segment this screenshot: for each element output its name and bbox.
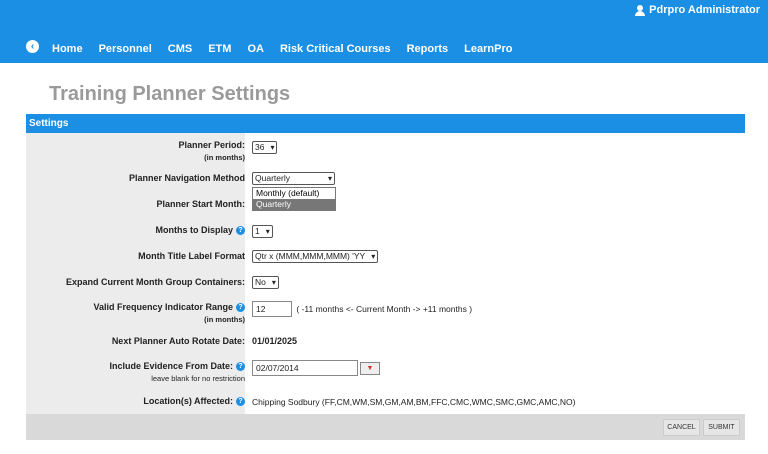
nav-personnel[interactable]: Personnel (99, 43, 152, 55)
panel-title: Settings (26, 114, 745, 133)
month-title-label: Month Title Label Format (138, 251, 245, 261)
back-arrow-icon[interactable]: ‹ (26, 40, 39, 53)
nav-oa[interactable]: OA (247, 43, 264, 55)
planner-period-label: Planner Period: (in months) (178, 140, 245, 162)
cancel-button[interactable]: CANCEL (663, 419, 700, 436)
option-monthly[interactable]: Monthly (default) (253, 188, 335, 199)
planner-period-label-text: Planner Period: (178, 140, 245, 150)
nav-risk-critical-courses[interactable]: Risk Critical Courses (280, 43, 391, 55)
locations-value: Chipping Sodbury (FF,CM,WM,SM,GM,AM,BM,F… (252, 397, 576, 407)
valid-freq-sub: (in months) (204, 315, 245, 325)
evidence-from-label-text: Include Evidence From Date: (109, 361, 233, 371)
nav-learnpro[interactable]: LearnPro (464, 43, 512, 55)
evidence-from-label: Include Evidence From Date:? leave blank… (109, 361, 245, 383)
evidence-from-sub: leave blank for no restriction (151, 374, 245, 384)
valid-freq-hint: ( -11 months <- Current Month -> +11 mon… (296, 304, 473, 314)
nav-etm[interactable]: ETM (208, 43, 231, 55)
nav-cms[interactable]: CMS (168, 43, 192, 55)
months-display-select[interactable]: 1 (252, 225, 273, 238)
expand-groups-label: Expand Current Month Group Containers: (66, 277, 245, 287)
user-name: Pdrpro Administrator (649, 4, 760, 16)
main-nav: Home Personnel CMS ETM OA Risk Critical … (52, 43, 528, 55)
expand-groups-select[interactable]: No (252, 276, 279, 289)
start-month-label: Planner Start Month: (156, 199, 245, 209)
settings-form: Planner Period: (in months) 36 Planner N… (26, 133, 745, 414)
help-icon[interactable]: ? (236, 303, 245, 313)
months-display-label: Months to Display? (155, 225, 245, 236)
valid-freq-label: Valid Frequency Indicator Range? (in mon… (93, 302, 245, 324)
help-icon[interactable]: ? (236, 362, 245, 372)
submit-button[interactable]: SUBMIT (703, 419, 740, 436)
top-bar: Pdrpro Administrator ‹ Home Personnel CM… (0, 0, 768, 63)
next-rotate-value: 01/01/2025 (252, 336, 298, 346)
valid-freq-label-text: Valid Frequency Indicator Range (93, 302, 233, 312)
calendar-icon[interactable]: ▼ (360, 362, 380, 376)
user-menu[interactable]: Pdrpro Administrator (635, 4, 760, 16)
months-display-label-text: Months to Display (155, 225, 233, 235)
form-footer: CANCEL SUBMIT (26, 414, 745, 440)
month-title-select[interactable]: Qtr x (MMM,MMM,MMM) 'YY (252, 250, 379, 263)
evidence-from-input[interactable]: 02/07/2014 (252, 360, 358, 376)
nav-reports[interactable]: Reports (407, 43, 449, 55)
valid-freq-input[interactable]: 12 (252, 301, 292, 317)
user-icon (635, 4, 646, 16)
help-icon[interactable]: ? (236, 397, 245, 407)
page-title: Training Planner Settings (49, 83, 291, 105)
nav-home[interactable]: Home (52, 43, 83, 55)
nav-method-dropdown: Monthly (default) Quarterly (252, 187, 336, 211)
nav-method-select[interactable]: Quarterly (252, 172, 335, 185)
planner-period-select[interactable]: 36 (252, 141, 278, 154)
nav-method-label: Planner Navigation Method (128, 173, 245, 183)
locations-label: Location(s) Affected:? (143, 396, 245, 407)
planner-period-sub: (in months) (204, 153, 245, 162)
locations-label-text: Location(s) Affected: (143, 396, 233, 406)
settings-panel: Settings Planner Period: (in months) 36 … (26, 114, 745, 440)
option-quarterly[interactable]: Quarterly (253, 199, 335, 210)
next-rotate-label: Next Planner Auto Rotate Date: (111, 336, 245, 346)
help-icon[interactable]: ? (236, 226, 245, 236)
